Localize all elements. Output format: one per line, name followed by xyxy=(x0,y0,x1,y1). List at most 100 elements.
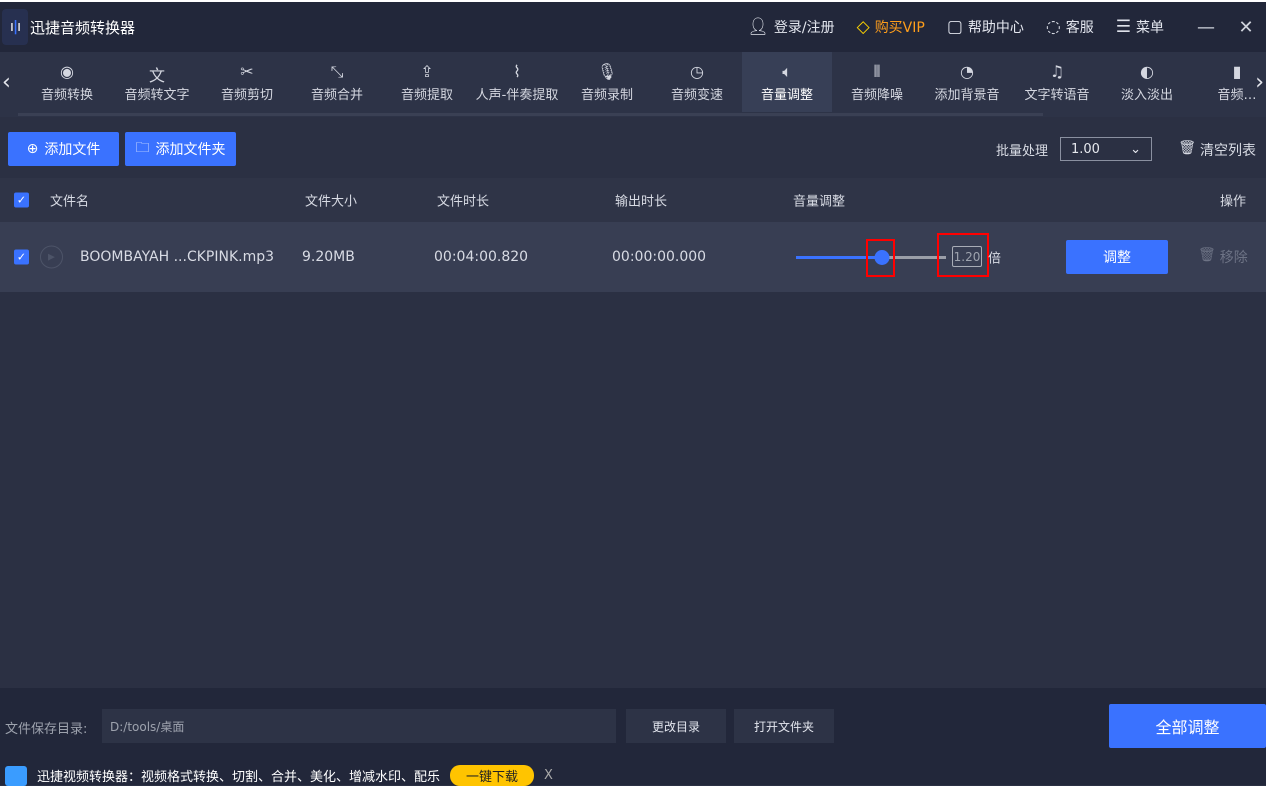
ad-download-button[interactable]: 一键下载 xyxy=(450,765,535,786)
batch-value: 1.00 xyxy=(1071,141,1100,157)
tab-3[interactable]: ⤡ 音频合并 xyxy=(292,52,382,112)
add-folder-label: 添加文件夹 xyxy=(155,142,226,158)
service-button[interactable]: ◌ 客服 xyxy=(1046,17,1094,37)
clear-list-button[interactable]: 🗑︎ 清空列表 xyxy=(1178,140,1256,160)
app-title: 迅捷音频转换器 xyxy=(30,18,136,37)
tab-9[interactable]: ⦀ 音频降噪 xyxy=(832,52,922,112)
tab-label: 音频录制 xyxy=(580,87,633,103)
tab-8[interactable]: 🔈︎ 音量调整 xyxy=(742,52,832,112)
tab-1[interactable]: 文音频转文字 xyxy=(112,52,202,112)
tab-label: 音频提取 xyxy=(400,87,453,103)
tab-label: 音频转文字 xyxy=(124,87,190,103)
tab-label: 文字转语音 xyxy=(1024,87,1090,103)
save-dir-label: 文件保存目录: xyxy=(5,722,88,737)
open-folder-label: 打开文件夹 xyxy=(753,719,814,734)
speaker-icon: 🔈︎ xyxy=(782,61,792,81)
header-name: 文件名 xyxy=(50,194,90,210)
adjust-label: 调整 xyxy=(1103,250,1131,266)
chat-icon: ▢ xyxy=(946,17,963,37)
fade-icon: ◐ xyxy=(1140,61,1154,81)
help-label: 帮助中心 xyxy=(967,20,1024,36)
save-dir-input[interactable]: D:/tools/桌面 xyxy=(102,709,616,743)
add-folder-button[interactable]: 🗀 添加文件夹 xyxy=(125,132,236,166)
service-label: 客服 xyxy=(1065,20,1094,36)
vip-button[interactable]: ◇ 购买VIP xyxy=(857,17,925,37)
tab-label: 人声-伴奏提取 xyxy=(475,87,559,103)
nav-scrollbar[interactable] xyxy=(18,113,1043,116)
batch-control: 批量处理 1.00 ⌄ xyxy=(996,137,1152,161)
batch-select[interactable]: 1.00 ⌄ xyxy=(1060,137,1152,161)
header-output: 输出时长 xyxy=(615,194,668,210)
remove-button[interactable]: 🗑︎ 移除 xyxy=(1198,247,1248,267)
batch-label: 批量处理 xyxy=(995,143,1048,159)
tab-label: 音频… xyxy=(1217,87,1257,103)
upload-icon: ⇪ xyxy=(420,61,434,81)
volume-unit: 倍 xyxy=(988,251,1002,267)
tab-label: 音频剪切 xyxy=(220,87,273,103)
file-duration: 00:04:00.820 xyxy=(434,249,529,265)
adjust-button[interactable]: 调整 xyxy=(1066,240,1168,274)
trash-icon: 🗑︎ xyxy=(1198,247,1216,263)
music-disc-icon: ◔ xyxy=(960,61,974,81)
tab-12[interactable]: ◐ 淡入淡出 xyxy=(1102,52,1192,112)
login-label: 登录/注册 xyxy=(773,20,835,36)
microphone-icon: 🎙︎ xyxy=(596,61,618,81)
tab-label: 音频变速 xyxy=(670,87,723,103)
speed-dial-icon: ◷ xyxy=(690,61,704,81)
tab-6[interactable]: 🎙︎ 音频录制 xyxy=(562,52,652,112)
bars-icon: ▮ xyxy=(1232,61,1242,81)
bottom-bar: 文件保存目录: D:/tools/桌面 更改目录 打开文件夹 全部调整 迅捷视频… xyxy=(0,688,1266,786)
row-checkbox[interactable]: ✓ xyxy=(14,249,29,265)
toolbar: ⊕ 添加文件 🗀 添加文件夹 批量处理 1.00 ⌄ 🗑︎ 清空列表 xyxy=(0,120,1266,178)
header-volume: 音量调整 xyxy=(793,194,846,210)
minimize-button[interactable]: — xyxy=(1186,17,1226,38)
scissors-icon: ✂ xyxy=(240,61,254,81)
open-folder-button[interactable]: 打开文件夹 xyxy=(734,709,834,743)
menu-button[interactable]: ☰ 菜单 xyxy=(1116,17,1164,37)
feature-nav: ‹ ◉ 音频转换 文音频转文字 ✂ 音频剪切 ⤡ 音频合并 ⇪ 音频提取 ⌇ 人声-伴奏提取 🎙︎ 音频… xyxy=(0,52,1266,117)
tab-label: 音频转换 xyxy=(40,87,93,103)
tab-10[interactable]: ◔ 添加背景音 xyxy=(922,52,1012,112)
tab-2[interactable]: ✂ 音频剪切 xyxy=(202,52,292,112)
voice-text-icon: 文 xyxy=(148,65,165,85)
login-button[interactable]: 👤︎ 登录/注册 xyxy=(747,17,834,37)
vip-label: 购买VIP xyxy=(874,20,925,36)
trash-icon: 🗑︎ xyxy=(1178,140,1196,156)
change-dir-label: 更改目录 xyxy=(651,719,700,734)
output-duration: 00:00:00.000 xyxy=(612,249,707,265)
vocal-extract-icon: ⌇ xyxy=(513,61,521,81)
text-speech-icon: ♫ xyxy=(1049,61,1065,81)
save-dir-value: D:/tools/桌面 xyxy=(110,720,185,734)
highlight-box-value xyxy=(937,233,989,277)
header-size: 文件大小 xyxy=(305,194,358,210)
menu-label: 菜单 xyxy=(1136,20,1164,36)
add-file-button[interactable]: ⊕ 添加文件 xyxy=(8,132,119,166)
select-all-checkbox[interactable]: ✓ xyxy=(14,192,29,208)
tab-label: 音频合并 xyxy=(310,87,363,103)
tab-7[interactable]: ◷ 音频变速 xyxy=(652,52,742,112)
title-bar: ı | ı 迅捷音频转换器 👤︎ 登录/注册 ◇ 购买VIP ▢ 帮助中心 ◌ 客服 ☰ 菜单… xyxy=(0,2,1266,52)
tab-5[interactable]: ⌇ 人声-伴奏提取 xyxy=(472,52,562,112)
nav-left-arrow-icon[interactable]: ‹ xyxy=(2,70,11,95)
adjust-all-button[interactable]: 全部调整 xyxy=(1109,704,1266,748)
hamburger-icon: ☰ xyxy=(1115,17,1131,37)
file-size: 9.20MB xyxy=(302,249,355,265)
change-dir-button[interactable]: 更改目录 xyxy=(626,709,726,743)
play-icon[interactable]: ▶ xyxy=(40,245,63,269)
tab-4[interactable]: ⇪ 音频提取 xyxy=(382,52,472,112)
table-header: ✓ 文件名 文件大小 文件时长 输出时长 音量调整 操作 xyxy=(0,178,1266,222)
ad-close-button[interactable]: X xyxy=(544,768,553,783)
clear-list-label: 清空列表 xyxy=(1200,143,1256,159)
nav-right-arrow-icon[interactable]: › xyxy=(1255,70,1264,95)
tab-0[interactable]: ◉ 音频转换 xyxy=(22,52,112,112)
folder-icon: 🗀 xyxy=(135,140,150,156)
app-logo-icon: ı | ı xyxy=(2,9,28,45)
user-icon: 👤︎ xyxy=(747,17,769,37)
adjust-all-label: 全部调整 xyxy=(1155,718,1220,737)
ad-banner: 迅捷视频转换器：视频格式转换、切割、合并、美化、增减水印、配乐 一键下载 X xyxy=(5,765,553,786)
table-row: ✓ ▶ BOOMBAYAH ...CKPINK.mp3 9.20MB 00:04… xyxy=(0,222,1266,292)
close-button[interactable]: ✕ xyxy=(1226,17,1266,38)
help-button[interactable]: ▢ 帮助中心 xyxy=(947,17,1024,37)
tab-11[interactable]: ♫ 文字转语音 xyxy=(1012,52,1102,112)
header-duration: 文件时长 xyxy=(437,194,490,210)
